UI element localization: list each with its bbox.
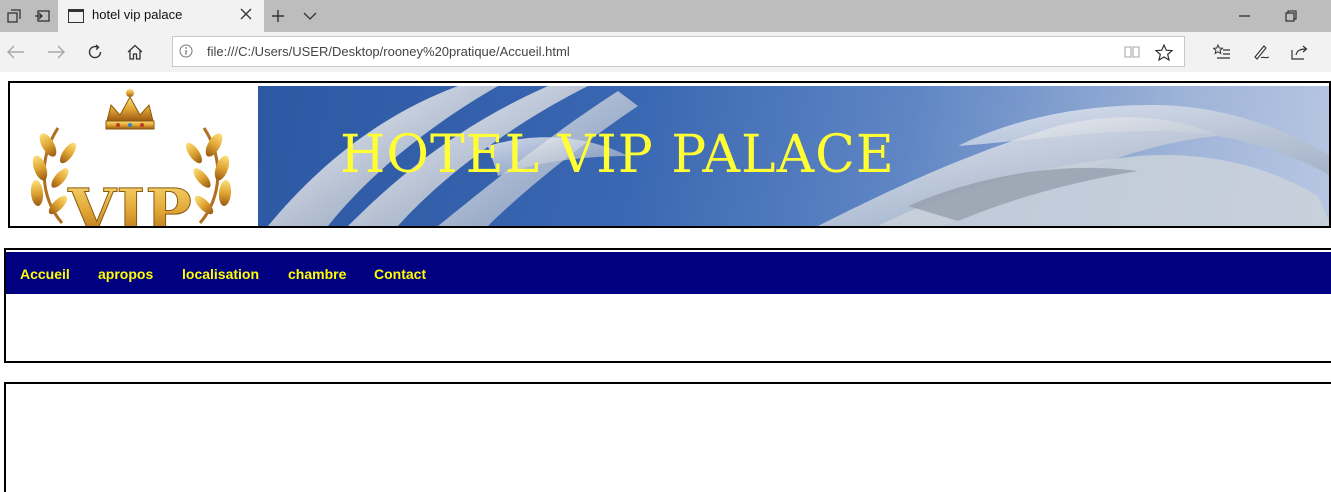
refresh-icon[interactable] bbox=[79, 36, 111, 68]
nav-link-contact[interactable]: Contact bbox=[374, 266, 426, 282]
back-arrow-icon[interactable] bbox=[0, 36, 32, 68]
vip-logo: VIP bbox=[10, 83, 258, 226]
favorite-star-icon[interactable] bbox=[1153, 41, 1175, 63]
nav-link-accueil[interactable]: Accueil bbox=[20, 266, 70, 282]
address-bar[interactable]: file:///C:/Users/USER/Desktop/rooney%20p… bbox=[172, 36, 1185, 67]
browser-toolbar: file:///C:/Users/USER/Desktop/rooney%20p… bbox=[0, 32, 1331, 72]
set-aside-tabs-icon[interactable] bbox=[28, 0, 56, 32]
web-note-pen-icon[interactable] bbox=[1245, 36, 1277, 68]
new-tab-icon[interactable] bbox=[264, 0, 292, 32]
minimize-window-icon[interactable] bbox=[1222, 0, 1268, 32]
main-navbar: Accueil apropos localisation chambre Con… bbox=[6, 252, 1331, 294]
main-content-area bbox=[4, 382, 1331, 492]
browser-tab-bar: hotel vip palace bbox=[0, 0, 1331, 32]
nav-link-chambre[interactable]: chambre bbox=[288, 266, 346, 282]
nav-link-apropos[interactable]: apropos bbox=[98, 266, 153, 282]
restore-window-icon[interactable] bbox=[1268, 0, 1314, 32]
close-tab-icon[interactable] bbox=[238, 6, 254, 22]
header-banner: VIP HOTEL VIP PALACE bbox=[8, 81, 1331, 228]
page-icon bbox=[68, 9, 84, 23]
reading-view-icon[interactable] bbox=[1121, 41, 1143, 63]
home-icon[interactable] bbox=[119, 36, 151, 68]
info-icon[interactable] bbox=[179, 44, 193, 58]
share-icon[interactable] bbox=[1284, 36, 1316, 68]
tab-title: hotel vip palace bbox=[92, 7, 183, 22]
tab-manager-icon[interactable] bbox=[0, 0, 28, 32]
navigation-section: Accueil apropos localisation chambre Con… bbox=[4, 248, 1331, 363]
browser-tab-active[interactable]: hotel vip palace bbox=[58, 0, 264, 32]
nav-link-localisation[interactable]: localisation bbox=[182, 266, 259, 282]
vip-crown-laurel-logo-image: VIP bbox=[30, 89, 232, 226]
address-url[interactable]: file:///C:/Users/USER/Desktop/rooney%20p… bbox=[207, 44, 570, 59]
tab-preview-chevron-down-icon[interactable] bbox=[296, 0, 324, 32]
forward-arrow-icon[interactable] bbox=[40, 36, 72, 68]
svg-text:VIP: VIP bbox=[67, 175, 192, 226]
hotel-title: HOTEL VIP PALACE bbox=[340, 125, 895, 185]
favorites-hub-icon[interactable] bbox=[1206, 36, 1238, 68]
